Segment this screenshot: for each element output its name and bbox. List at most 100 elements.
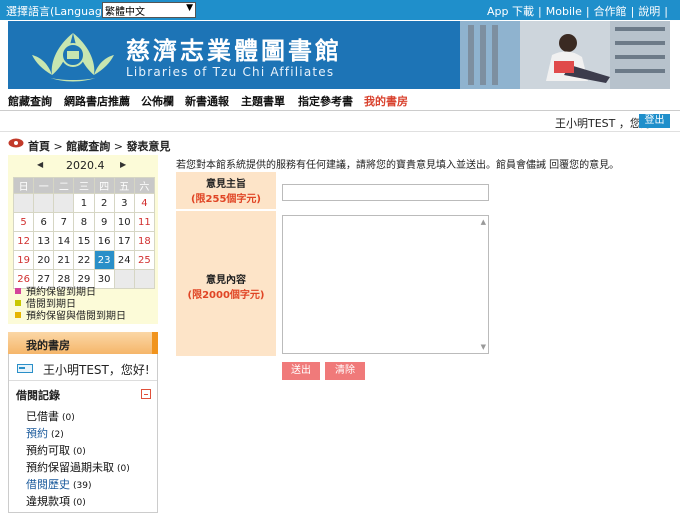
- calendar-day[interactable]: 9: [93, 212, 115, 232]
- my-library-title: 我的書房: [26, 339, 70, 352]
- nav-item-bulletin[interactable]: 公佈欄: [141, 93, 174, 109]
- calendar-day[interactable]: 10: [113, 212, 135, 232]
- calendar-day[interactable]: 1: [73, 193, 95, 213]
- expired-reservations-link[interactable]: 預約保留過期未取 (0): [26, 459, 130, 475]
- legend-swatch: [15, 300, 21, 306]
- calendar-day[interactable]: 8: [73, 212, 95, 232]
- calendar-day[interactable]: 30: [93, 269, 115, 289]
- calendar-day[interactable]: 21: [53, 250, 75, 270]
- calendar-day[interactable]: 11: [133, 212, 156, 232]
- item-count: (0): [117, 464, 130, 474]
- item-label: 已借書: [26, 410, 59, 423]
- clear-button[interactable]: 清除: [325, 362, 365, 380]
- item-count: (39): [73, 481, 92, 491]
- content-textarea[interactable]: ▲ ▼: [282, 215, 489, 354]
- nav-item-reference[interactable]: 指定參考書: [298, 93, 353, 109]
- library-photo: [460, 21, 670, 89]
- item-count: (0): [73, 447, 86, 457]
- reservations-link[interactable]: 預約 (2): [26, 425, 64, 441]
- help-link[interactable]: 說明: [638, 5, 660, 18]
- language-select[interactable]: 繁體中文 ▼: [102, 2, 196, 18]
- user-greeting: 王小明TEST ，您好: [555, 117, 652, 130]
- calendar-day[interactable]: 25: [133, 250, 156, 270]
- my-library-greeting: 王小明TEST，您好!: [43, 363, 150, 377]
- scroll-down-icon[interactable]: ▼: [481, 343, 486, 351]
- id-card-icon: [17, 364, 33, 373]
- calendar-grid: 日一二三四五六 1 2 3 4 5 6 7 8 9 10 11 12 13 14 15 16 17 18 19 20 2…: [12, 177, 156, 289]
- legend-label: 預約保留與借閱到期日: [26, 311, 126, 322]
- calendar-next-icon[interactable]: ▶: [120, 160, 126, 169]
- calendar-empty-cell: [53, 193, 75, 213]
- form-intro: 若您對本館系統提供的服務有任何建議，請將您的寶貴意見填入並送出。館員會儘誡 回覆…: [176, 160, 620, 171]
- language-select-value: 繁體中文: [105, 7, 145, 18]
- calendar-day[interactable]: 2: [93, 193, 115, 213]
- header-divider: [0, 131, 680, 132]
- my-library-panel: 王小明TEST，您好! 借閱記錄 已借書 (0) 預約 (2) 預約可取 (0) 預約…: [8, 354, 158, 513]
- calendar-day[interactable]: 15: [73, 231, 95, 251]
- banner-title-chinese: 慈濟志業體圖書館: [126, 36, 342, 65]
- calendar-day[interactable]: 16: [93, 231, 115, 251]
- partner-library-link[interactable]: 合作館: [594, 5, 627, 18]
- calendar-empty-cell: [133, 269, 156, 289]
- breadcrumb-current: 發表意見: [126, 140, 171, 153]
- item-count: (0): [73, 498, 86, 508]
- nav-item-new-books[interactable]: 新書通報: [185, 93, 229, 109]
- weekday-header: 日: [12, 177, 35, 194]
- top-links: App 下載 | Mobile | 合作館 | 說明 |: [487, 3, 672, 19]
- item-count: (0): [62, 413, 75, 423]
- content-label: 意見內容: [206, 275, 246, 286]
- nav-item-catalog[interactable]: 館藏查詢: [8, 93, 52, 109]
- item-label: 預約: [26, 427, 48, 440]
- calendar-prev-icon[interactable]: ◀: [37, 160, 43, 169]
- item-label: 預約保留過期未取: [26, 461, 114, 474]
- separator: |: [538, 5, 542, 18]
- weekday-header: 四: [93, 177, 115, 194]
- calendar-empty-cell: [113, 269, 135, 289]
- top-bar: 選擇語言(Language) : 繁體中文 ▼ App 下載 | Mobile | 合作…: [0, 0, 680, 20]
- calendar-day[interactable]: 19: [12, 250, 35, 270]
- nav-item-bookstore[interactable]: 網路書店推薦: [64, 93, 130, 109]
- content-label-cell: 意見內容 (限2000個字元): [176, 211, 276, 356]
- nav-item-booklists[interactable]: 主題書單: [241, 93, 285, 109]
- subject-label: 意見主旨: [206, 179, 246, 190]
- content-limit: (限2000個字元): [187, 290, 265, 301]
- subject-limit: (限255個字元): [190, 194, 261, 205]
- legend-swatch: [15, 288, 21, 294]
- calendar-day[interactable]: 18: [133, 231, 156, 251]
- calendar-day[interactable]: 22: [73, 250, 95, 270]
- chevron-down-icon: ▼: [186, 3, 193, 13]
- my-library-header: 我的書房: [8, 332, 158, 354]
- breadcrumb-home[interactable]: 首頁: [28, 140, 50, 153]
- calendar-day[interactable]: 6: [33, 212, 55, 232]
- borrowed-link[interactable]: 已借書 (0): [26, 408, 75, 424]
- calendar-day[interactable]: 13: [33, 231, 55, 251]
- fines-link[interactable]: 違規款項 (0): [26, 493, 86, 509]
- scroll-up-icon[interactable]: ▲: [481, 218, 486, 226]
- calendar-day[interactable]: 17: [113, 231, 135, 251]
- calendar-day[interactable]: 20: [33, 250, 55, 270]
- calendar-day[interactable]: 3: [113, 193, 135, 213]
- nav-item-my-library[interactable]: 我的書房: [364, 93, 408, 109]
- borrow-history-link[interactable]: 借閱歷史 (39): [26, 476, 91, 492]
- tzu-chi-logo-icon[interactable]: [28, 25, 118, 85]
- calendar-day[interactable]: 12: [12, 231, 35, 251]
- app-download-link[interactable]: App 下載: [487, 5, 534, 18]
- subject-input[interactable]: [282, 184, 489, 201]
- calendar-empty-cell: [12, 193, 35, 213]
- mobile-link[interactable]: Mobile: [546, 5, 582, 18]
- calendar-day[interactable]: 14: [53, 231, 75, 251]
- weekday-header: 三: [73, 177, 95, 194]
- logout-button[interactable]: 登出: [639, 114, 670, 128]
- collapse-icon[interactable]: [141, 389, 151, 399]
- breadcrumb-catalog[interactable]: 館藏查詢: [66, 140, 110, 153]
- submit-button[interactable]: 送出: [282, 362, 320, 380]
- calendar-day[interactable]: 4: [133, 193, 156, 213]
- calendar-day[interactable]: 23: [93, 250, 115, 270]
- calendar-day[interactable]: 7: [53, 212, 75, 232]
- nav-divider: [0, 110, 680, 111]
- ready-for-pickup-link[interactable]: 預約可取 (0): [26, 442, 86, 458]
- calendar-day[interactable]: 24: [113, 250, 135, 270]
- banner-title-english: Libraries of Tzu Chi Affiliates: [126, 65, 335, 79]
- calendar-day[interactable]: 5: [12, 212, 35, 232]
- item-count: (2): [51, 430, 64, 440]
